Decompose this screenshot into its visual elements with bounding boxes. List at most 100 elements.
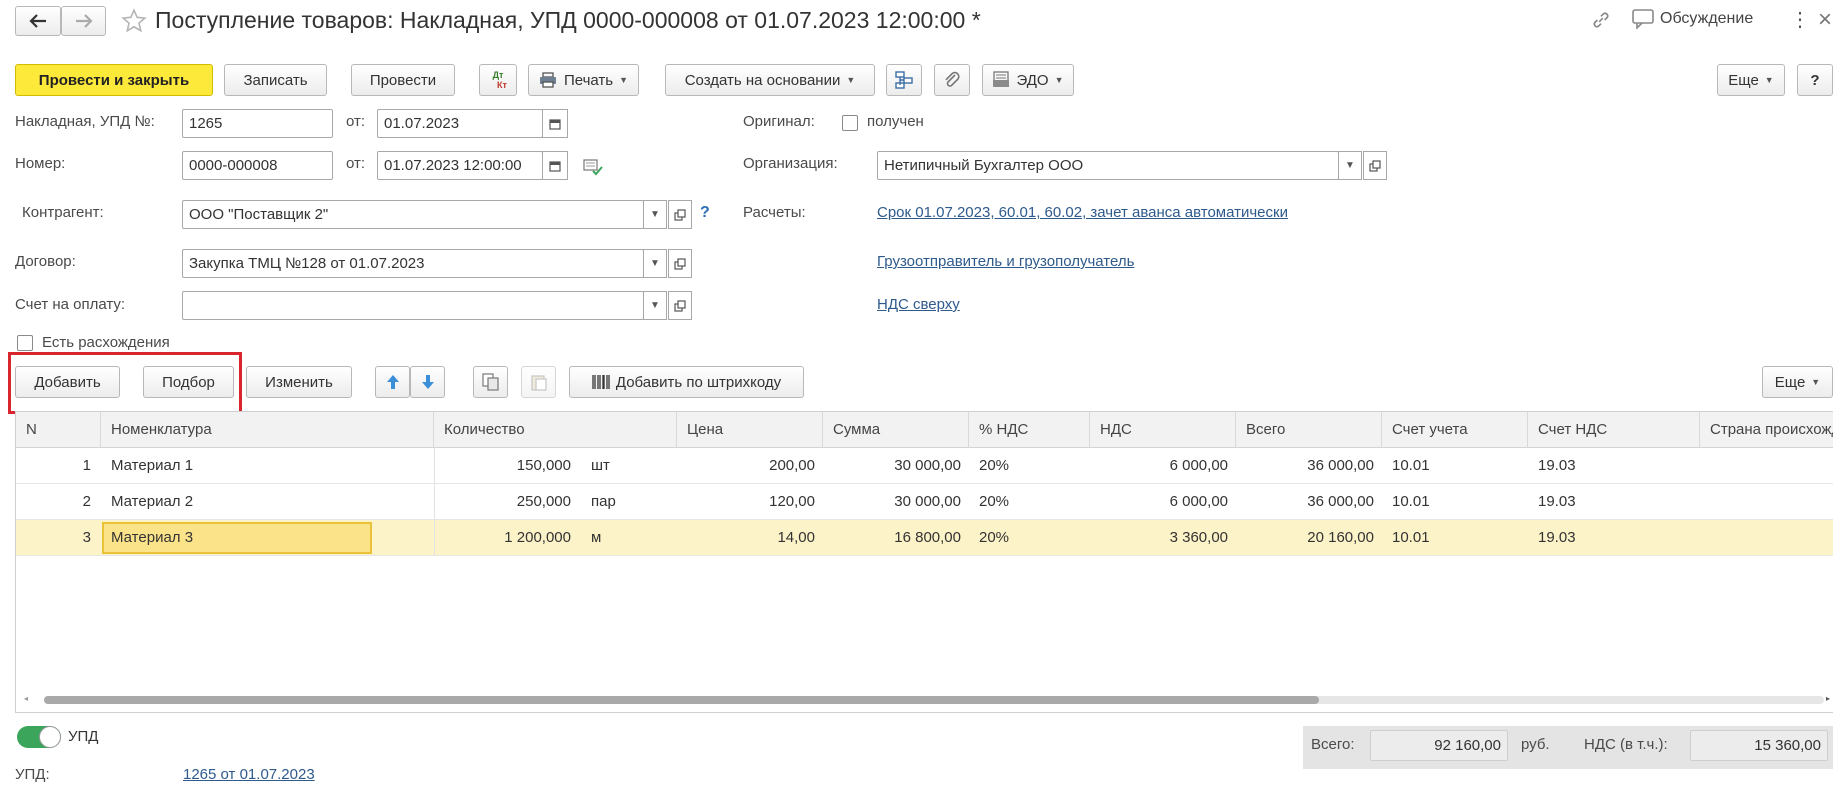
help-button[interactable]: ? bbox=[1797, 64, 1833, 96]
row-vat[interactable]: 3 360,00 bbox=[1090, 520, 1228, 556]
row-qty[interactable]: 250,000 bbox=[434, 484, 571, 520]
row-vat[interactable]: 6 000,00 bbox=[1090, 448, 1228, 484]
row-unit[interactable]: шт bbox=[581, 448, 671, 484]
row-sum[interactable]: 30 000,00 bbox=[823, 484, 961, 520]
col-vat[interactable]: НДС bbox=[1090, 412, 1236, 448]
col-vat-account[interactable]: Счет НДС bbox=[1528, 412, 1700, 448]
discussion-button[interactable]: Обсуждение bbox=[1632, 9, 1753, 29]
favorite-star-icon[interactable] bbox=[121, 8, 147, 38]
col-account[interactable]: Счет учета bbox=[1382, 412, 1528, 448]
organization-field[interactable]: Нетипичный Бухгалтер ООО bbox=[877, 151, 1339, 180]
col-quantity[interactable]: Количество bbox=[434, 412, 677, 448]
row-total[interactable]: 36 000,00 bbox=[1236, 484, 1374, 520]
counterparty-dropdown[interactable]: ▼ bbox=[643, 200, 667, 229]
counterparty-help-icon[interactable]: ? bbox=[700, 204, 710, 222]
scroll-right-arrow[interactable]: ▸ bbox=[1826, 694, 1830, 703]
counterparty-field[interactable]: ООО "Поставщик 2" bbox=[182, 200, 644, 229]
edo-button[interactable]: ЭДО ▼ bbox=[982, 64, 1074, 96]
add-by-barcode-button[interactable]: Добавить по штрихкоду bbox=[569, 366, 804, 398]
add-row-button[interactable]: Добавить bbox=[15, 366, 120, 398]
row-vat-rate[interactable]: 20% bbox=[969, 484, 1090, 520]
scroll-left-arrow[interactable]: ◂ bbox=[24, 694, 28, 703]
row-name[interactable]: Материал 1 bbox=[101, 448, 434, 484]
link-icon[interactable] bbox=[1590, 9, 1612, 35]
col-n[interactable]: N bbox=[16, 412, 101, 448]
calendar-button[interactable] bbox=[542, 109, 568, 138]
col-nomenclature[interactable]: Номенклатура bbox=[101, 412, 434, 448]
row-price[interactable]: 120,00 bbox=[677, 484, 815, 520]
row-vat-rate[interactable]: 20% bbox=[969, 520, 1090, 556]
number-field[interactable]: 0000-000008 bbox=[182, 151, 333, 180]
attach-button[interactable] bbox=[934, 64, 970, 96]
back-button[interactable] bbox=[15, 6, 61, 36]
forward-button[interactable] bbox=[61, 6, 106, 36]
row-qty[interactable]: 1 200,000 bbox=[434, 520, 571, 556]
create-based-on-button[interactable]: Создать на основании ▼ bbox=[665, 64, 875, 96]
contract-field[interactable]: Закупка ТМЦ №128 от 01.07.2023 bbox=[182, 249, 644, 278]
payment-invoice-field[interactable] bbox=[182, 291, 644, 320]
row-vat-account[interactable]: 19.03 bbox=[1528, 520, 1700, 556]
goods-table[interactable]: N Номенклатура Количество Цена Сумма % Н… bbox=[15, 411, 1833, 713]
row-vat-rate[interactable]: 20% bbox=[969, 448, 1090, 484]
calendar-button[interactable] bbox=[542, 151, 568, 180]
row-price[interactable]: 200,00 bbox=[677, 448, 815, 484]
table-row[interactable]: 1 Материал 1 150,000 шт 200,00 30 000,00… bbox=[16, 448, 1833, 484]
row-total[interactable]: 36 000,00 bbox=[1236, 448, 1374, 484]
contract-open-button[interactable] bbox=[668, 249, 692, 278]
table-row[interactable]: 2 Материал 2 250,000 пар 120,00 30 000,0… bbox=[16, 484, 1833, 520]
copy-row-button[interactable] bbox=[473, 366, 508, 398]
row-vat-account[interactable]: 19.03 bbox=[1528, 448, 1700, 484]
row-sum[interactable]: 16 800,00 bbox=[823, 520, 961, 556]
discrepancy-checkbox[interactable] bbox=[17, 335, 33, 351]
move-down-button[interactable] bbox=[410, 366, 445, 398]
payment-invoice-dropdown[interactable]: ▼ bbox=[643, 291, 667, 320]
table-row-selected[interactable]: 3 Материал 3 1 200,000 м 14,00 16 800,00… bbox=[16, 520, 1833, 556]
organization-dropdown[interactable]: ▼ bbox=[1338, 151, 1362, 180]
row-unit[interactable]: м bbox=[581, 520, 671, 556]
row-total[interactable]: 20 160,00 bbox=[1236, 520, 1374, 556]
close-icon[interactable]: × bbox=[1818, 6, 1832, 34]
row-unit[interactable]: пар bbox=[581, 484, 671, 520]
original-received-checkbox[interactable] bbox=[842, 115, 858, 131]
row-vat[interactable]: 6 000,00 bbox=[1090, 484, 1228, 520]
more-vertical-icon[interactable]: ⋮ bbox=[1790, 8, 1810, 32]
upd-link[interactable]: 1265 от 01.07.2023 bbox=[183, 766, 315, 783]
document-check-icon[interactable] bbox=[583, 158, 603, 180]
col-price[interactable]: Цена bbox=[677, 412, 823, 448]
counterparty-open-button[interactable] bbox=[668, 200, 692, 229]
row-price[interactable]: 14,00 bbox=[677, 520, 815, 556]
row-qty[interactable]: 150,000 bbox=[434, 448, 571, 484]
col-vat-rate[interactable]: % НДС bbox=[969, 412, 1090, 448]
invoice-date-field[interactable]: 01.07.2023 bbox=[377, 109, 543, 138]
row-account[interactable]: 10.01 bbox=[1382, 520, 1528, 556]
row-vat-account[interactable]: 19.03 bbox=[1528, 484, 1700, 520]
settlements-link[interactable]: Срок 01.07.2023, 60.01, 60.02, зачет ава… bbox=[877, 204, 1288, 221]
row-name[interactable]: Материал 3 bbox=[101, 520, 434, 556]
row-account[interactable]: 10.01 bbox=[1382, 448, 1528, 484]
invoice-number-field[interactable]: 1265 bbox=[182, 109, 333, 138]
vat-on-top-link[interactable]: НДС сверху bbox=[877, 296, 960, 313]
post-and-close-button[interactable]: Провести и закрыть bbox=[15, 64, 213, 96]
contract-dropdown[interactable]: ▼ bbox=[643, 249, 667, 278]
payment-invoice-open-button[interactable] bbox=[668, 291, 692, 320]
paste-row-button[interactable] bbox=[521, 366, 556, 398]
organization-open-button[interactable] bbox=[1363, 151, 1387, 180]
post-button[interactable]: Провести bbox=[351, 64, 455, 96]
row-sum[interactable]: 30 000,00 bbox=[823, 448, 961, 484]
dtkt-button[interactable]: Дт Кт bbox=[479, 64, 517, 96]
row-name[interactable]: Материал 2 bbox=[101, 484, 434, 520]
number-date-field[interactable]: 01.07.2023 12:00:00 bbox=[377, 151, 543, 180]
move-up-button[interactable] bbox=[375, 366, 410, 398]
shipper-consignee-link[interactable]: Грузоотправитель и грузополучатель bbox=[877, 253, 1134, 270]
print-button[interactable]: Печать ▼ bbox=[528, 64, 639, 96]
change-button[interactable]: Изменить bbox=[246, 366, 352, 398]
row-account[interactable]: 10.01 bbox=[1382, 484, 1528, 520]
table-more-button[interactable]: Еще ▼ bbox=[1762, 366, 1833, 398]
save-button[interactable]: Записать bbox=[224, 64, 327, 96]
col-sum[interactable]: Сумма bbox=[823, 412, 969, 448]
upd-toggle[interactable] bbox=[17, 726, 61, 748]
col-country[interactable]: Страна происхождения bbox=[1700, 412, 1833, 448]
more-button[interactable]: Еще ▼ bbox=[1717, 64, 1785, 96]
structure-button[interactable] bbox=[886, 64, 922, 96]
pick-button[interactable]: Подбор bbox=[143, 366, 234, 398]
